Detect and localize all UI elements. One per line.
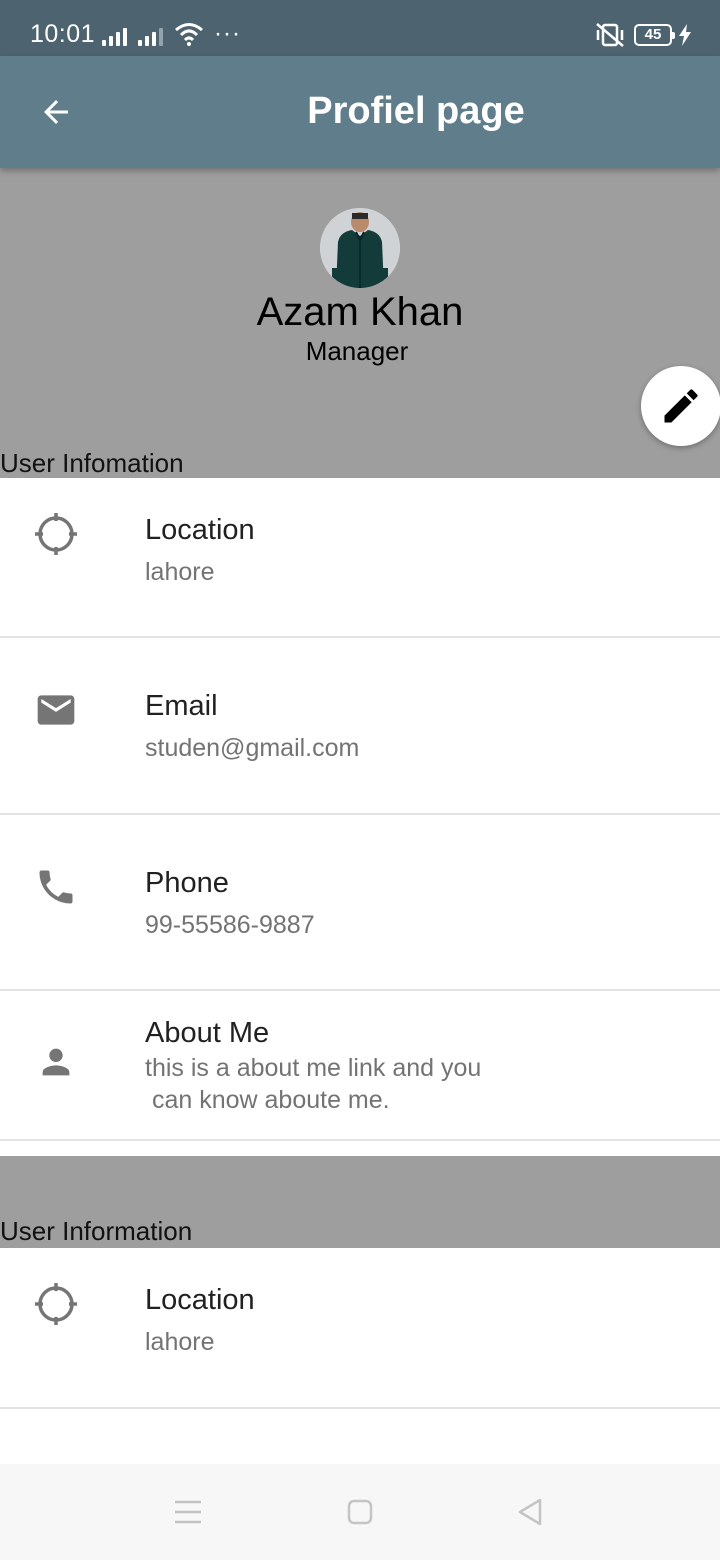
- home-square-icon: [347, 1499, 373, 1525]
- overflow-dots: ···: [214, 20, 241, 47]
- row-value: lahore: [145, 1328, 215, 1356]
- profile-role: Manager: [305, 336, 409, 366]
- row-title: Location: [145, 514, 255, 546]
- edit-pencil-icon: [664, 389, 698, 423]
- app-bar: Profiel page: [0, 56, 720, 168]
- battery-icon: 45: [634, 24, 675, 46]
- system-nav-bar: [0, 1464, 720, 1560]
- edit-profile-button[interactable]: [641, 366, 720, 446]
- row-value: 99-55586-9887: [145, 911, 315, 939]
- row-title: About Me: [145, 1017, 270, 1049]
- status-time: 10:01: [30, 20, 96, 48]
- row-title: Location: [145, 1284, 255, 1316]
- signal-icon: [138, 26, 163, 46]
- list-item-phone[interactable]: Phone 99-55586-9887: [0, 815, 720, 991]
- person-icon: [32, 1038, 80, 1086]
- status-bar: 10:01 ··· 45: [0, 0, 720, 56]
- row-value: studen@gmail.com: [145, 734, 360, 762]
- wifi-icon: [175, 23, 203, 46]
- nav-menu-button[interactable]: [164, 1488, 212, 1536]
- row-value: lahore: [145, 558, 215, 586]
- list-item-about-me[interactable]: About Me this is a about me link and you…: [0, 991, 720, 1141]
- email-icon: [32, 686, 80, 734]
- list-item-location[interactable]: Location lahore: [0, 1248, 720, 1409]
- row-title: Phone: [145, 867, 229, 899]
- crosshair-icon: [32, 1280, 80, 1328]
- vibrate-mute-icon: [596, 23, 624, 47]
- crosshair-icon: [32, 510, 80, 558]
- phone-icon: [32, 863, 80, 911]
- profile-header: Azam Khan Manager User Infomation: [0, 168, 720, 478]
- back-triangle-icon: [518, 1498, 542, 1526]
- nav-back-button[interactable]: [506, 1488, 554, 1536]
- avatar[interactable]: [320, 208, 400, 288]
- profile-name: Azam Khan: [256, 290, 464, 334]
- menu-icon: [175, 1500, 201, 1524]
- page-title: Profiel page: [307, 90, 525, 132]
- avatar-image: [320, 208, 400, 288]
- charging-icon: [679, 24, 691, 46]
- signal-icon: [102, 26, 127, 46]
- section-header-user-information: User Information: [0, 1156, 720, 1248]
- list-item-email[interactable]: Email studen@gmail.com: [0, 638, 720, 815]
- nav-home-button[interactable]: [336, 1488, 384, 1536]
- row-value: this is a about me link and you can know…: [145, 1054, 482, 1114]
- row-title: Email: [145, 690, 218, 722]
- section-title: User Information: [0, 1216, 193, 1246]
- list-item-location[interactable]: Location lahore: [0, 478, 720, 638]
- section-title-user-info: User Infomation: [0, 448, 184, 478]
